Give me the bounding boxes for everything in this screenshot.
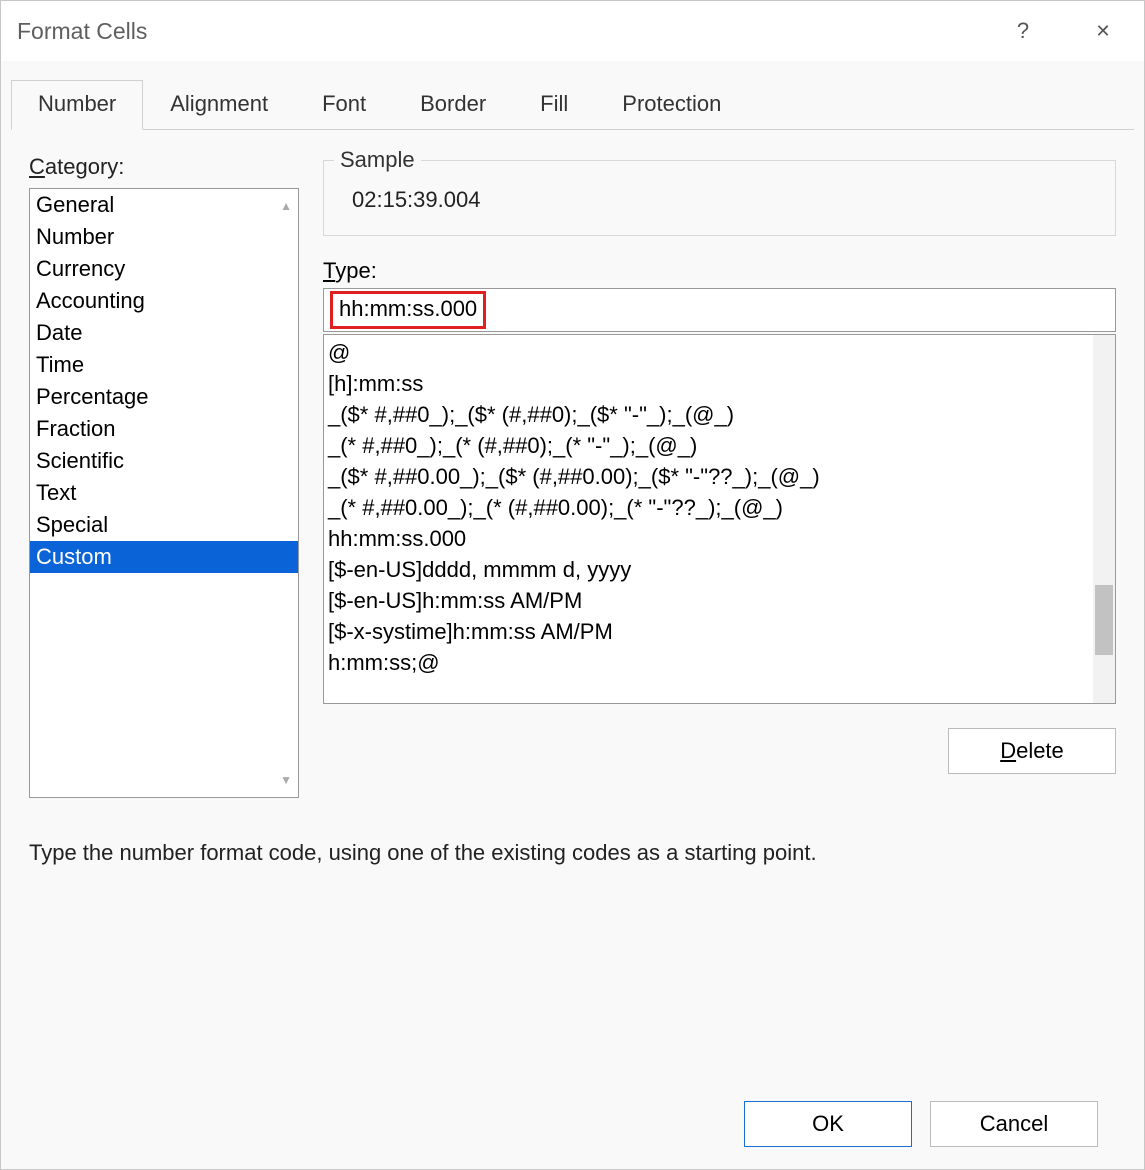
category-label: Category: [29,154,299,180]
list-item[interactable]: General [30,189,298,221]
scroll-up-icon: ▲ [280,199,292,213]
list-item[interactable]: Scientific [30,445,298,477]
scroll-down-icon: ▼ [280,773,292,787]
tab-bar: Number Alignment Font Border Fill Protec… [11,79,1134,130]
dialog-title: Format Cells [17,18,968,45]
tab-alignment[interactable]: Alignment [143,80,295,130]
list-item[interactable]: Currency [30,253,298,285]
dialog-body: Number Alignment Font Border Fill Protec… [1,61,1144,1169]
scrollbar[interactable] [1093,335,1115,703]
sample-label: Sample [334,147,421,173]
ok-button[interactable]: OK [744,1101,912,1147]
sample-value: 02:15:39.004 [344,187,1095,213]
list-item[interactable]: Accounting [30,285,298,317]
scrollbar-thumb[interactable] [1095,585,1113,655]
tab-fill[interactable]: Fill [513,80,595,130]
sample-group: Sample 02:15:39.004 [323,160,1116,236]
list-item[interactable]: h:mm:ss;@ [328,647,1089,678]
type-input[interactable]: hh:mm:ss.000 [323,288,1116,332]
list-item[interactable]: _($* #,##0_);_($* (#,##0);_($* "-"_);_(@… [328,399,1089,430]
list-item[interactable]: Percentage [30,381,298,413]
list-item[interactable]: Fraction [30,413,298,445]
tab-border[interactable]: Border [393,80,513,130]
titlebar: Format Cells ? ✕ [1,1,1144,61]
list-item[interactable]: hh:mm:ss.000 [328,523,1089,554]
help-button[interactable]: ? [998,11,1048,51]
list-item[interactable]: Date [30,317,298,349]
tab-content: Category: ▲ General Number Currency Acco… [11,130,1134,1155]
list-item[interactable]: Special [30,509,298,541]
tab-number[interactable]: Number [11,80,143,130]
list-item[interactable]: _($* #,##0.00_);_($* (#,##0.00);_($* "-"… [328,461,1089,492]
list-item[interactable]: _(* #,##0_);_(* (#,##0);_(* "-"_);_(@_) [328,430,1089,461]
tab-protection[interactable]: Protection [595,80,748,130]
list-item[interactable]: [$-en-US]h:mm:ss AM/PM [328,585,1089,616]
list-item-selected[interactable]: Custom [30,541,298,573]
list-item[interactable]: Text [30,477,298,509]
close-button[interactable]: ✕ [1078,11,1128,51]
help-text: Type the number format code, using one o… [29,840,1116,866]
format-codes-listbox[interactable]: @ [h]:mm:ss _($* #,##0_);_($* (#,##0);_(… [323,334,1116,704]
list-item[interactable]: [$-x-systime]h:mm:ss AM/PM [328,616,1089,647]
list-item[interactable]: @ [328,337,1089,368]
category-listbox[interactable]: ▲ General Number Currency Accounting Dat… [29,188,299,798]
format-cells-dialog: Format Cells ? ✕ Number Alignment Font B… [0,0,1145,1170]
tab-font[interactable]: Font [295,80,393,130]
list-item[interactable]: _(* #,##0.00_);_(* (#,##0.00);_(* "-"??_… [328,492,1089,523]
list-item[interactable]: [h]:mm:ss [328,368,1089,399]
dialog-footer: OK Cancel [29,1101,1116,1155]
cancel-button[interactable]: Cancel [930,1101,1098,1147]
list-item[interactable]: Number [30,221,298,253]
type-label: Type: [323,258,1116,284]
type-input-value: hh:mm:ss.000 [330,291,486,329]
list-item[interactable]: [$-en-US]dddd, mmmm d, yyyy [328,554,1089,585]
delete-button[interactable]: Delete [948,728,1116,774]
list-item[interactable]: Time [30,349,298,381]
